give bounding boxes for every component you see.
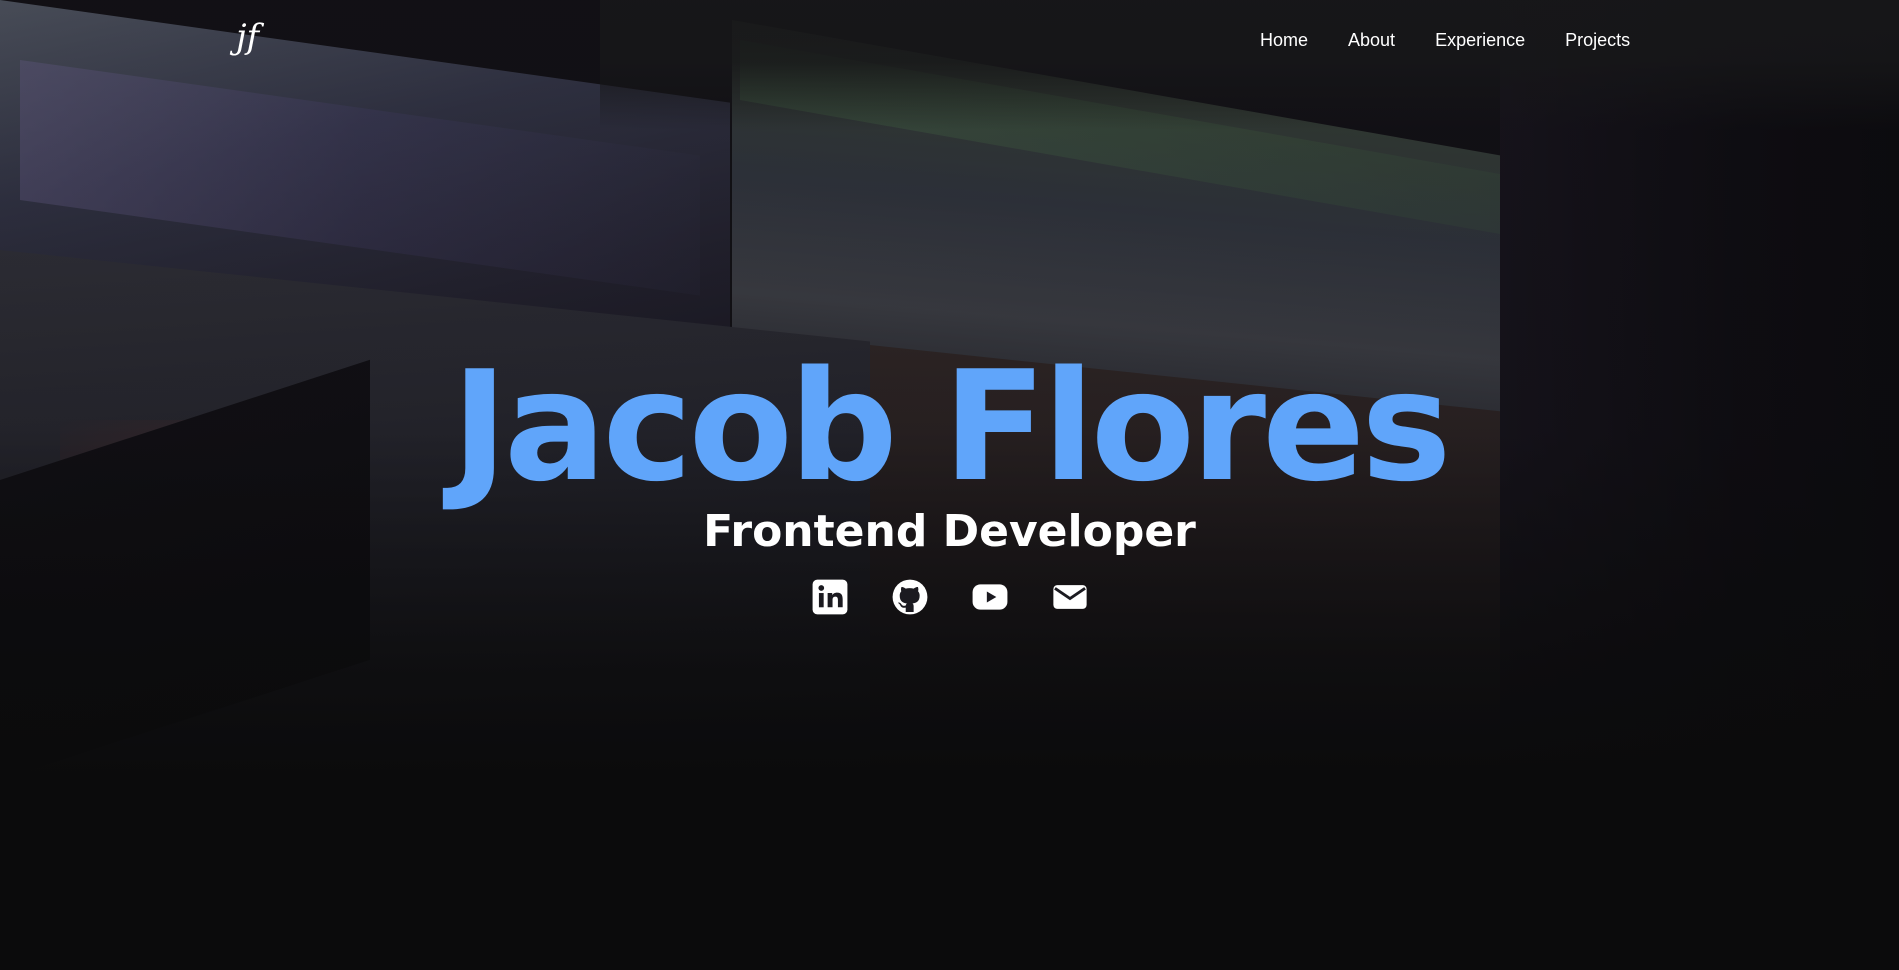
github-icon <box>892 579 927 615</box>
youtube-link[interactable] <box>971 578 1009 616</box>
linkedin-icon <box>812 579 847 615</box>
nav-about-link[interactable]: About <box>1348 26 1395 54</box>
main-nav: Home About Experience Projects <box>1260 26 1630 54</box>
logo-link[interactable]: jf <box>236 12 276 62</box>
nav-projects-link[interactable]: Projects <box>1565 26 1630 54</box>
hero-section: Jacob Flores Frontend Developer <box>0 338 1899 616</box>
linkedin-link[interactable] <box>811 578 849 616</box>
nav-home-link[interactable]: Home <box>1260 26 1308 54</box>
social-links <box>0 578 1899 616</box>
github-link[interactable] <box>891 578 929 616</box>
hero-name-title: Jacob Flores <box>451 338 1451 515</box>
hero-role-subtitle: Frontend Developer <box>703 506 1196 557</box>
nav-experience-link[interactable]: Experience <box>1435 26 1525 54</box>
youtube-icon <box>972 584 1007 610</box>
mail-icon <box>1052 585 1087 609</box>
mail-link[interactable] <box>1051 578 1089 616</box>
